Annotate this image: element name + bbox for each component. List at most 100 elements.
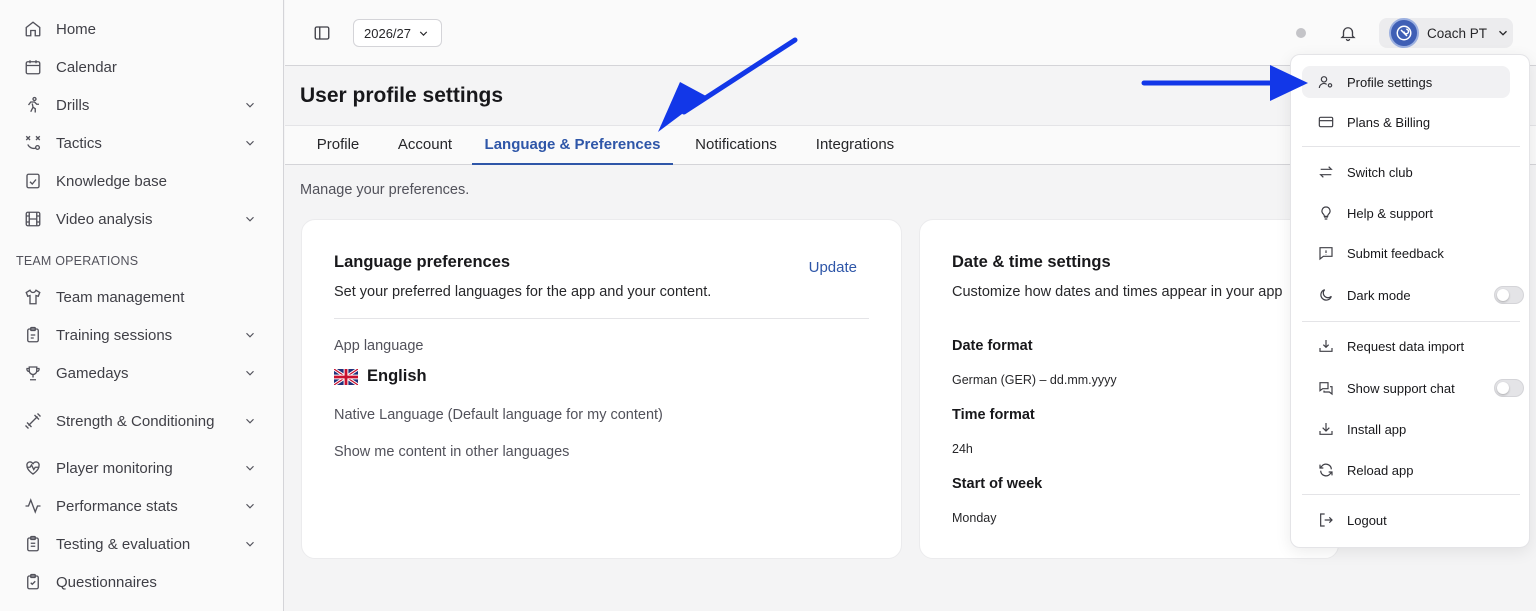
menu-item-dark-mode[interactable]: Dark mode (1302, 279, 1524, 311)
sidebar-item-team-management[interactable]: Team management (16, 280, 265, 314)
avatar (1389, 18, 1419, 48)
moon-icon (1320, 289, 1332, 301)
sidebar-item-label: Team management (56, 288, 185, 306)
user-name: Coach PT (1427, 25, 1488, 41)
chevron-down-icon (1499, 30, 1507, 36)
logout-icon (1320, 513, 1333, 527)
menu-item-submit-feedback[interactable]: Submit feedback (1302, 237, 1510, 269)
tab-profile[interactable]: Profile (301, 126, 375, 165)
tab-notifications[interactable]: Notifications (681, 126, 791, 165)
tab-integrations[interactable]: Integrations (801, 126, 909, 165)
menu-item-request-data-import[interactable]: Request data import (1302, 330, 1510, 362)
menu-item-switch-club[interactable]: Switch club (1302, 156, 1510, 188)
sidebar-item-strength-conditioning[interactable]: Strength & Conditioning (16, 398, 265, 444)
menu-item-label: Install app (1347, 421, 1407, 437)
credit-card-icon (1318, 116, 1334, 128)
time-format-value: 24h (952, 442, 973, 456)
home-icon (25, 21, 41, 37)
chevron-down-icon[interactable] (243, 366, 257, 380)
user-cog-icon (1318, 76, 1333, 89)
menu-item-logout[interactable]: Logout (1302, 504, 1510, 536)
trophy-icon (26, 366, 40, 381)
import-icon (1319, 340, 1333, 352)
menu-divider (1302, 321, 1520, 322)
sidebar-item-video-analysis[interactable]: Video analysis (16, 202, 265, 236)
sidebar-item-calendar[interactable]: Calendar (16, 50, 265, 84)
sidebar-toggle-icon[interactable] (313, 24, 331, 42)
season-select[interactable]: 2026/27 (353, 19, 442, 47)
chevron-down-icon[interactable] (243, 98, 257, 112)
jersey-icon (25, 289, 41, 305)
menu-divider (1302, 146, 1520, 147)
page-title: User profile settings (300, 84, 504, 107)
chevron-down-icon[interactable] (243, 212, 257, 226)
update-button[interactable]: Update (809, 259, 857, 276)
sidebar-item-testing-evaluation[interactable]: Testing & evaluation (16, 527, 265, 561)
sidebar-item-gamedays[interactable]: Gamedays (16, 356, 265, 390)
menu-item-reload-app[interactable]: Reload app (1302, 454, 1510, 486)
chat-icon (1319, 382, 1333, 396)
sidebar-item-label: Tactics (56, 134, 102, 152)
reload-icon (1319, 463, 1333, 477)
card-subtitle: Customize how dates and times appear in … (952, 284, 1283, 300)
support-chat-toggle[interactable] (1494, 379, 1524, 397)
season-value: 2026/27 (364, 25, 411, 41)
card-title: Date & time settings (952, 253, 1111, 271)
switch-arrows-icon (1319, 166, 1333, 178)
menu-item-profile-settings[interactable]: Profile settings (1302, 66, 1510, 98)
clipboard-check-icon (27, 573, 39, 590)
menu-item-show-support-chat[interactable]: Show support chat (1302, 372, 1524, 404)
divider (334, 318, 869, 319)
dumbbell-icon (25, 413, 41, 429)
menu-item-label: Show support chat (1347, 380, 1455, 396)
tab-account[interactable]: Account (385, 126, 465, 165)
chevron-down-icon[interactable] (243, 499, 257, 513)
calendar-icon (25, 60, 41, 75)
tactics-icon (25, 135, 41, 151)
sidebar-item-label: Home (56, 20, 97, 38)
menu-item-label: Reload app (1347, 462, 1414, 478)
menu-divider (1302, 494, 1520, 495)
chevron-down-icon[interactable] (243, 461, 257, 475)
heart-pulse-icon (26, 461, 40, 475)
language-preferences-card: Language preferences Set your preferred … (301, 219, 902, 559)
user-menu-button[interactable]: Coach PT (1379, 18, 1513, 48)
sidebar-item-label: Calendar (56, 58, 117, 76)
sidebar-item-player-monitoring[interactable]: Player monitoring (16, 451, 265, 485)
menu-item-label: Submit feedback (1347, 245, 1444, 261)
menu-item-plans-billing[interactable]: Plans & Billing (1302, 106, 1510, 138)
menu-item-label: Help & support (1347, 205, 1433, 221)
lightbulb-icon (1321, 206, 1331, 220)
chevron-down-icon[interactable] (243, 414, 257, 428)
app-language-text: English (367, 367, 427, 385)
sidebar: Home Calendar Drills Tactics Knowledge b… (0, 0, 284, 611)
tab-language-preferences[interactable]: Language & Preferences (472, 126, 673, 165)
menu-item-label: Logout (1347, 512, 1387, 528)
sidebar-item-tactics[interactable]: Tactics (16, 126, 265, 160)
dark-mode-toggle[interactable] (1494, 286, 1524, 304)
sidebar-item-label: Video analysis (56, 210, 153, 228)
menu-item-help-support[interactable]: Help & support (1302, 197, 1510, 229)
chevron-down-icon[interactable] (243, 328, 257, 342)
sidebar-item-label: Knowledge base (56, 172, 167, 190)
sidebar-item-training-sessions[interactable]: Training sessions (16, 318, 265, 352)
sidebar-item-questionnaires[interactable]: Questionnaires (16, 565, 265, 599)
chevron-down-icon[interactable] (243, 537, 257, 551)
bell-icon[interactable] (1339, 24, 1357, 42)
sidebar-item-label: Testing & evaluation (56, 535, 191, 553)
start-of-week-label: Start of week (952, 476, 1043, 492)
sidebar-item-drills[interactable]: Drills (16, 88, 265, 122)
menu-item-install-app[interactable]: Install app (1302, 413, 1510, 445)
sidebar-item-label: Performance stats (56, 497, 178, 515)
sidebar-item-home[interactable]: Home (16, 12, 265, 46)
card-title: Language preferences (334, 253, 511, 271)
chevron-down-icon[interactable] (243, 136, 257, 150)
sidebar-item-label: Training sessions (56, 326, 173, 344)
status-indicator (1296, 28, 1306, 38)
sidebar-item-knowledge-base[interactable]: Knowledge base (16, 164, 265, 198)
sidebar-item-performance-stats[interactable]: Performance stats (16, 489, 265, 523)
sidebar-item-label: Strength & Conditioning (56, 412, 215, 430)
clipboard-icon (27, 326, 39, 343)
date-format-value: German (GER) – dd.mm.yyyy (952, 373, 1117, 387)
native-language-label: Native Language (Default language for my… (334, 407, 663, 423)
